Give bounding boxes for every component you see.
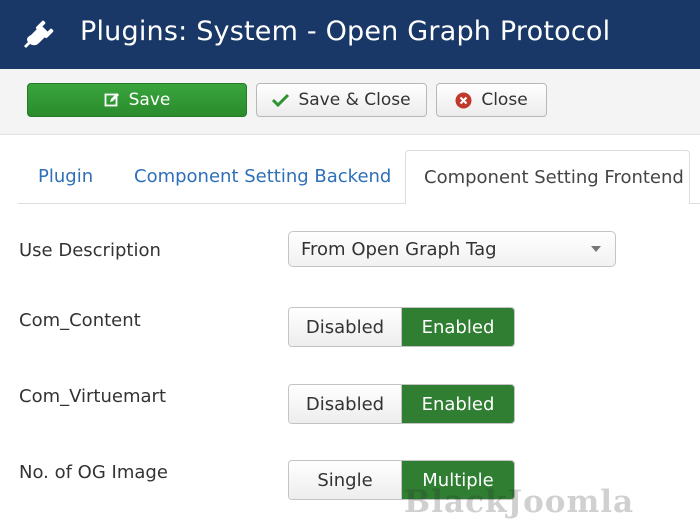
save-close-button-label: Save & Close [298, 90, 411, 110]
save-close-button[interactable]: Save & Close [256, 83, 427, 117]
tab-plugin[interactable]: Plugin [38, 150, 93, 203]
tab-bar: Plugin Component Setting Backend Compone… [18, 150, 700, 204]
use-description-select[interactable]: From Open Graph Tag [288, 231, 616, 267]
toolbar: Save Save & Close Close [0, 69, 700, 135]
page-header: Plugins: System - Open Graph Protocol [0, 0, 700, 69]
use-description-value: From Open Graph Tag [301, 238, 497, 260]
plug-icon [22, 18, 58, 52]
tab-component-setting-frontend[interactable]: Component Setting Frontend [405, 150, 690, 204]
com-virtuemart-disabled-option[interactable]: Disabled [289, 385, 402, 423]
tab-component-setting-backend[interactable]: Component Setting Backend [134, 150, 391, 203]
close-circle-icon [455, 92, 472, 109]
com-virtuemart-toggle: Disabled Enabled [288, 384, 515, 424]
com-content-enabled-option[interactable]: Enabled [402, 308, 514, 346]
close-button-label: Close [481, 90, 528, 110]
og-image-label: No. of OG Image [19, 462, 168, 483]
com-content-toggle: Disabled Enabled [288, 307, 515, 347]
com-content-label: Com_Content [19, 310, 141, 331]
save-button-label: Save [128, 90, 171, 110]
caret-down-icon [591, 246, 601, 252]
og-image-single-option[interactable]: Single [289, 461, 402, 499]
check-icon [272, 93, 290, 107]
close-button[interactable]: Close [436, 83, 547, 117]
edit-icon [104, 92, 120, 108]
page-title: Plugins: System - Open Graph Protocol [80, 16, 611, 47]
save-button[interactable]: Save [27, 83, 247, 117]
com-virtuemart-label: Com_Virtuemart [19, 386, 166, 407]
com-content-disabled-option[interactable]: Disabled [289, 308, 402, 346]
com-virtuemart-enabled-option[interactable]: Enabled [402, 385, 514, 423]
watermark: BlackJoomla [404, 484, 635, 520]
use-description-label: Use Description [19, 240, 161, 261]
